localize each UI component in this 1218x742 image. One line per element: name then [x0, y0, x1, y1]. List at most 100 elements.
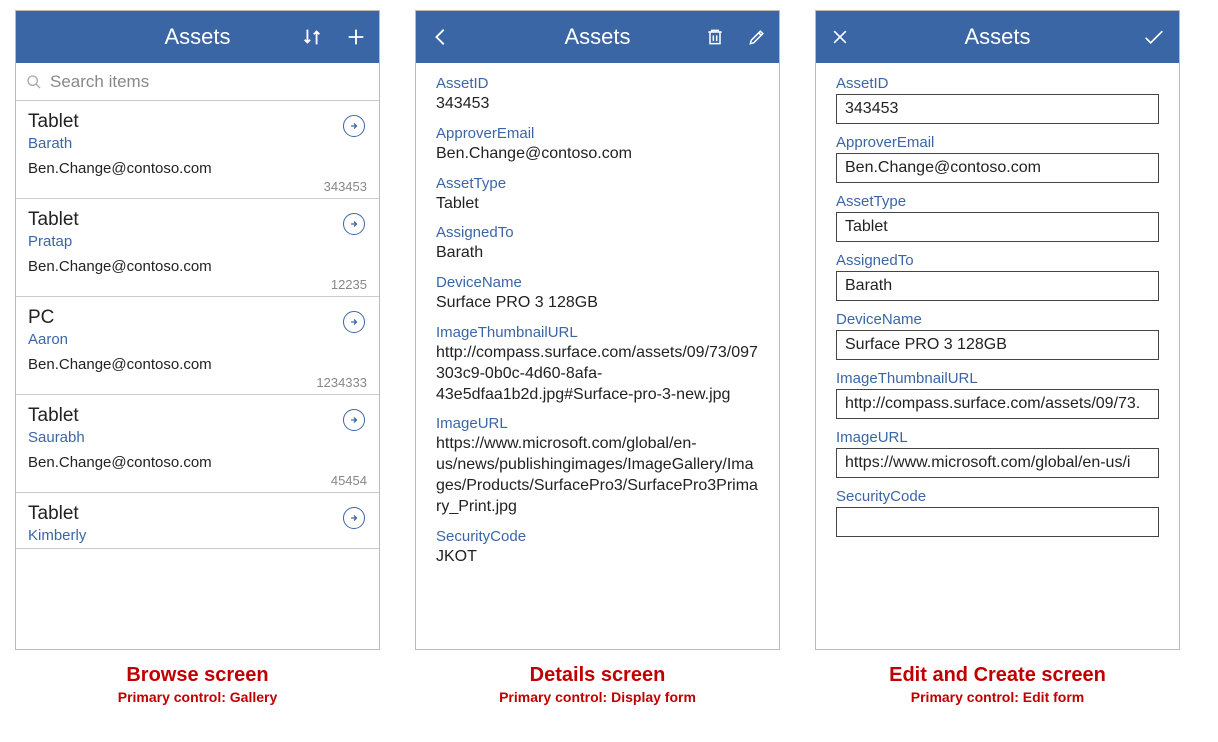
details-header: Assets — [416, 11, 779, 63]
form-label: ApproverEmail — [836, 134, 1159, 151]
browse-panel: Assets S — [15, 10, 380, 650]
field-value: 343453 — [436, 94, 759, 115]
form-field: SecurityCode — [836, 488, 1159, 537]
form-input[interactable] — [836, 212, 1159, 242]
form-label: AssetID — [836, 75, 1159, 92]
display-field: SecurityCode JKOT — [436, 528, 759, 568]
item-title: Tablet — [28, 405, 367, 427]
form-input[interactable] — [836, 507, 1159, 537]
field-value: Barath — [436, 243, 759, 264]
field-label: AssetID — [436, 75, 759, 92]
form-label: DeviceName — [836, 311, 1159, 328]
back-icon[interactable] — [430, 26, 452, 48]
field-value: http://compass.surface.com/assets/09/73/… — [436, 343, 759, 405]
field-label: ImageThumbnailURL — [436, 324, 759, 341]
item-title: Tablet — [28, 503, 367, 525]
item-id: 45454 — [28, 473, 367, 488]
item-subtitle: Kimberly — [28, 527, 367, 544]
form-input[interactable] — [836, 448, 1159, 478]
search-box[interactable]: Search items — [16, 63, 379, 101]
add-icon[interactable] — [345, 26, 367, 48]
form-input[interactable] — [836, 153, 1159, 183]
form-label: AssetType — [836, 193, 1159, 210]
form-field: DeviceName — [836, 311, 1159, 360]
item-email: Ben.Change@contoso.com — [28, 258, 367, 275]
form-field: ImageThumbnailURL — [836, 370, 1159, 419]
form-field: AssignedTo — [836, 252, 1159, 301]
item-subtitle: Aaron — [28, 331, 367, 348]
item-subtitle: Saurabh — [28, 429, 367, 446]
open-item-icon[interactable] — [343, 311, 365, 333]
field-value: JKOT — [436, 547, 759, 568]
display-field: DeviceName Surface PRO 3 128GB — [436, 274, 759, 314]
form-field: AssetType — [836, 193, 1159, 242]
delete-icon[interactable] — [705, 27, 725, 47]
display-field: ApproverEmailBen.Change@contoso.com — [436, 125, 759, 165]
display-field: ImageThumbnailURL http://compass.surface.… — [436, 324, 759, 405]
item-title: Tablet — [28, 209, 367, 231]
edit-icon[interactable] — [747, 27, 767, 47]
display-form: AssetID 343453 ApproverEmailBen.Change@con… — [416, 63, 779, 649]
details-caption-sub: Primary control: Display form — [415, 689, 780, 705]
details-panel: Assets AssetID 343453 ApproverEmailBen.Cha… — [415, 10, 780, 650]
list-item[interactable]: Tablet Pratap Ben.Change@contoso.com 12235 — [16, 199, 379, 297]
field-value: Tablet — [436, 194, 759, 215]
field-value: Surface PRO 3 128GB — [436, 293, 759, 314]
item-email: Ben.Change@contoso.com — [28, 160, 367, 177]
edit-caption: Edit and Create screen Primary control: … — [815, 664, 1180, 705]
panels: Assets S — [15, 10, 1203, 650]
edit-panel: Assets AssetID ApproverEmail AssetType Assi… — [815, 10, 1180, 650]
form-label: ImageURL — [836, 429, 1159, 446]
form-field: AssetID — [836, 75, 1159, 124]
edit-caption-title: Edit and Create screen — [815, 664, 1180, 687]
item-id: 12235 — [28, 277, 367, 292]
list-item[interactable]: PCAaronBen.Change@contoso.com1234333 — [16, 297, 379, 395]
item-email: Ben.Change@contoso.com — [28, 454, 367, 471]
list-item[interactable]: Tablet Kimberly — [16, 493, 379, 549]
form-field: ApproverEmail — [836, 134, 1159, 183]
field-label: SecurityCode — [436, 528, 759, 545]
field-value: Ben.Change@contoso.com — [436, 144, 759, 165]
form-input[interactable] — [836, 330, 1159, 360]
item-subtitle: Barath — [28, 135, 367, 152]
save-icon[interactable] — [1141, 27, 1167, 47]
item-id: 343453 — [28, 179, 367, 194]
item-title: PC — [28, 307, 367, 329]
form-label: SecurityCode — [836, 488, 1159, 505]
form-label: AssignedTo — [836, 252, 1159, 269]
edit-header: Assets — [816, 11, 1179, 63]
item-id: 1234333 — [28, 375, 367, 390]
form-label: ImageThumbnailURL — [836, 370, 1159, 387]
form-input[interactable] — [836, 389, 1159, 419]
browse-caption-sub: Primary control: Gallery — [15, 689, 380, 705]
field-label: ImageURL — [436, 415, 759, 432]
form-field: ImageURL — [836, 429, 1159, 478]
open-item-icon[interactable] — [343, 115, 365, 137]
display-field: AssetID 343453 — [436, 75, 759, 115]
field-label: AssignedTo — [436, 224, 759, 241]
item-title: Tablet — [28, 111, 367, 133]
captions: Browse screen Primary control: Gallery D… — [15, 664, 1203, 705]
form-input[interactable] — [836, 94, 1159, 124]
search-icon — [26, 74, 42, 90]
browse-caption-title: Browse screen — [15, 664, 380, 687]
open-item-icon[interactable] — [343, 507, 365, 529]
open-item-icon[interactable] — [343, 213, 365, 235]
gallery[interactable]: Tablet Barath Ben.Change@contoso.com 343453… — [16, 101, 379, 649]
field-label: DeviceName — [436, 274, 759, 291]
list-item[interactable]: Tablet Saurabh Ben.Change@contoso.com 45454 — [16, 395, 379, 493]
display-field: AssetTypeTablet — [436, 175, 759, 215]
item-subtitle: Pratap — [28, 233, 367, 250]
display-field: ImageURL https://www.microsoft.com/global… — [436, 415, 759, 517]
open-item-icon[interactable] — [343, 409, 365, 431]
cancel-icon[interactable] — [830, 27, 850, 47]
field-value: https://www.microsoft.com/global/en-us/n… — [436, 434, 759, 517]
list-item[interactable]: Tablet Barath Ben.Change@contoso.com 343453 — [16, 101, 379, 199]
details-title: Assets — [564, 24, 630, 50]
edit-title: Assets — [964, 24, 1030, 50]
search-placeholder: Search items — [50, 72, 149, 92]
browse-header: Assets — [16, 11, 379, 63]
sort-icon[interactable] — [301, 26, 323, 48]
display-field: AssignedTo Barath — [436, 224, 759, 264]
form-input[interactable] — [836, 271, 1159, 301]
